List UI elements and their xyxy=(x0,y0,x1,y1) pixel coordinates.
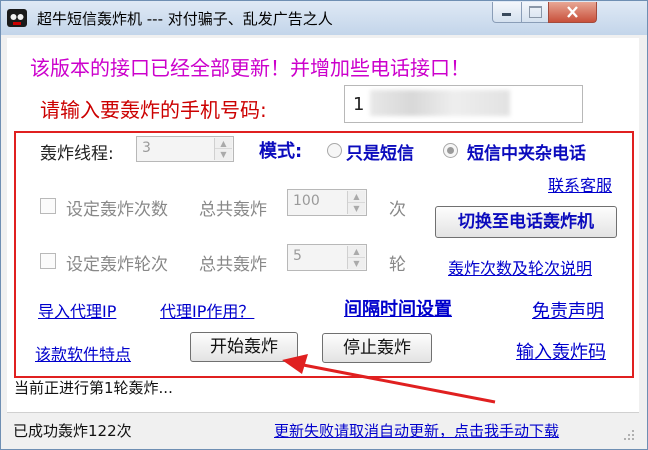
masked-phone-digits xyxy=(370,90,510,116)
spin-down-icon[interactable]: ▼ xyxy=(348,203,365,215)
total-count-label: 总共轰炸 xyxy=(199,200,267,220)
spin-up-icon[interactable]: ▲ xyxy=(215,138,232,149)
close-button[interactable] xyxy=(548,2,597,23)
rounds-spinbox[interactable]: 5 ▲ ▼ xyxy=(287,244,367,271)
contact-support-link[interactable]: 联系客服 xyxy=(548,172,612,196)
total-rounds-label: 总共轰炸 xyxy=(199,255,267,275)
progress-text: 当前正进行第1轮轰炸... xyxy=(14,379,173,397)
interval-settings-link[interactable]: 间隔时间设置 xyxy=(344,295,452,321)
phone-number-value: 1 xyxy=(353,94,365,115)
proxy-purpose-link[interactable]: 代理IP作用？ xyxy=(160,298,254,322)
success-count: 已成功轰炸122次 xyxy=(13,422,132,440)
mode-label: 模式: xyxy=(259,141,303,162)
spin-up-icon[interactable]: ▲ xyxy=(348,191,365,203)
resize-grip-icon[interactable] xyxy=(621,427,635,441)
mode-sms-only-label[interactable]: 只是短信 xyxy=(346,139,414,164)
annotation-arrow-icon xyxy=(282,354,496,404)
software-features-link[interactable]: 该款软件特点 xyxy=(35,341,131,365)
switch-to-call-bomber-button[interactable]: 切换至电话轰炸机 xyxy=(435,206,617,238)
count-unit: 次 xyxy=(389,200,406,220)
skull-app-icon xyxy=(7,9,27,27)
title-bar[interactable]: 超牛短信轰炸机 --- 对付骗子、乱发广告之人 xyxy=(1,1,647,35)
window-title: 超牛短信轰炸机 --- 对付骗子、乱发广告之人 xyxy=(37,10,333,28)
set-rounds-checkbox[interactable] xyxy=(40,253,56,269)
rounds-spin-buttons[interactable]: ▲ ▼ xyxy=(347,246,365,269)
update-notice: 该版本的接口已经全部更新！并增加些电话接口！ xyxy=(30,56,470,80)
input-code-link[interactable]: 输入轰炸码 xyxy=(516,338,606,364)
mode-sms-with-calls-label[interactable]: 短信中夹杂电话 xyxy=(467,139,586,164)
phone-prompt: 请输入要轰炸的手机号码: xyxy=(40,98,267,122)
count-value: 100 xyxy=(293,193,320,209)
import-proxy-link[interactable]: 导入代理IP xyxy=(38,298,116,322)
mode-sms-only-radio[interactable] xyxy=(327,143,342,158)
set-count-checkbox[interactable] xyxy=(40,198,56,214)
set-rounds-label: 设定轰炸轮次 xyxy=(66,255,168,275)
spin-down-icon[interactable]: ▼ xyxy=(215,149,232,160)
threads-spin-buttons[interactable]: ▲ ▼ xyxy=(214,138,232,160)
threads-value: 3 xyxy=(142,140,151,156)
manual-download-link[interactable]: 更新失败请取消自动更新，点击我手动下载 xyxy=(274,420,559,441)
rounds-unit: 轮 xyxy=(389,255,406,275)
count-rounds-help-link[interactable]: 轰炸次数及轮次说明 xyxy=(448,255,592,279)
set-count-label: 设定轰炸次数 xyxy=(66,200,168,220)
threads-spinbox[interactable]: 3 ▲ ▼ xyxy=(136,136,234,162)
maximize-button[interactable] xyxy=(521,2,549,23)
threads-label: 轰炸线程: xyxy=(40,144,114,164)
count-spinbox[interactable]: 100 ▲ ▼ xyxy=(287,189,367,216)
mode-sms-with-calls-radio[interactable] xyxy=(443,143,458,158)
maximize-icon xyxy=(529,6,542,18)
spin-up-icon[interactable]: ▲ xyxy=(348,246,365,258)
close-icon xyxy=(567,6,578,18)
status-bar: 已成功轰炸122次 更新失败请取消自动更新，点击我手动下载 xyxy=(7,412,639,445)
count-spin-buttons[interactable]: ▲ ▼ xyxy=(347,191,365,214)
minimize-icon xyxy=(502,13,511,16)
disclaimer-link[interactable]: 免责声明 xyxy=(532,297,604,323)
minimize-button[interactable] xyxy=(492,2,522,23)
spin-down-icon[interactable]: ▼ xyxy=(348,258,365,270)
rounds-value: 5 xyxy=(293,248,302,264)
